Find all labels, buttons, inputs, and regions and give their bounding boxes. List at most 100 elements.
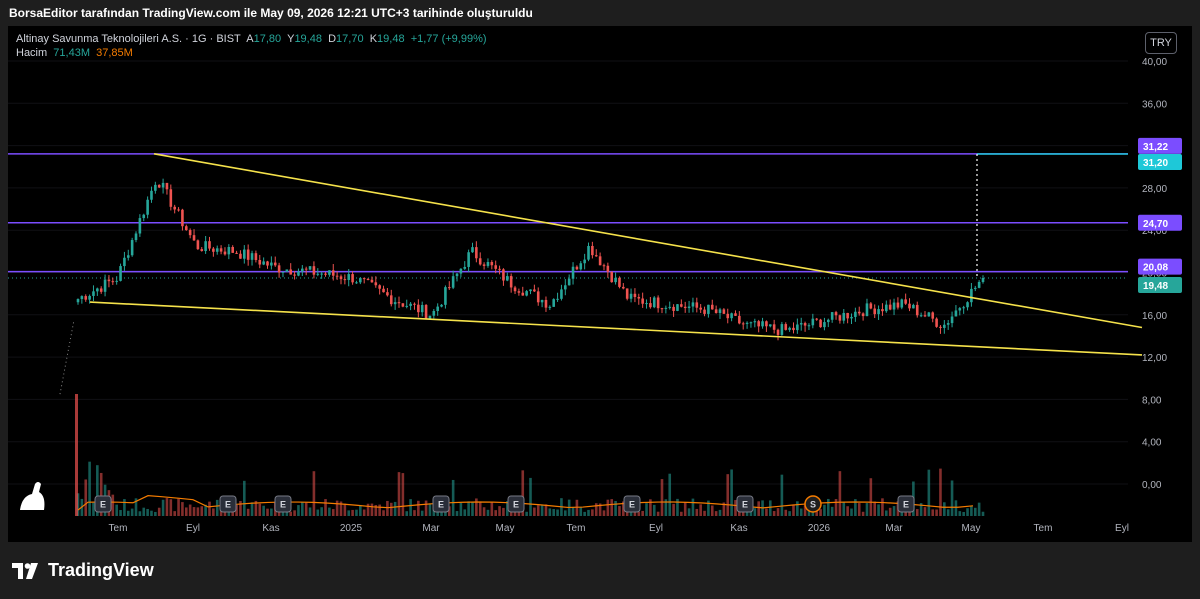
candle-body <box>382 288 385 293</box>
candle-body <box>664 307 668 309</box>
volume-bar <box>502 507 505 516</box>
candle-body <box>954 310 958 317</box>
volume-bar <box>548 508 552 516</box>
volume-bar <box>428 503 432 516</box>
volume-bar <box>834 499 838 516</box>
volume-bar <box>950 480 954 516</box>
candle-body <box>877 309 880 315</box>
volume-bar <box>699 504 702 516</box>
volume-bar <box>146 508 149 516</box>
volume-bar <box>88 461 91 516</box>
candle-body <box>533 289 536 292</box>
volume-bar <box>877 504 880 516</box>
currency-button[interactable]: TRY <box>1145 32 1177 54</box>
candle-body <box>107 279 111 282</box>
candle-body <box>927 312 931 317</box>
volume-bar <box>931 509 935 516</box>
volume-bar <box>753 508 757 516</box>
candle-body <box>362 278 366 280</box>
candle-body <box>304 268 308 270</box>
candle-body <box>505 276 509 281</box>
candle-body <box>687 306 691 309</box>
candle-body <box>548 306 552 308</box>
candle-body <box>912 304 915 309</box>
volume-bar <box>846 506 849 516</box>
chart-legend: Altinay Savunma Teknolojileri A.S. · 1G … <box>16 32 487 60</box>
volume-bar <box>177 498 180 516</box>
candle-body <box>819 319 822 328</box>
legend-line-2: Hacim 71,43M 37,85M <box>16 46 487 60</box>
volume-bar <box>943 502 946 516</box>
candle-body <box>84 296 88 300</box>
candle-body <box>111 281 115 283</box>
volume-bar <box>312 471 316 516</box>
candle-body <box>977 281 981 288</box>
volume-bar <box>652 504 656 516</box>
candle-body <box>540 299 544 303</box>
candle-body <box>741 323 745 325</box>
volume-bar <box>865 503 869 516</box>
candle-body <box>277 265 281 273</box>
volume-bar <box>687 508 691 516</box>
candle-body <box>405 305 409 307</box>
volume-bar <box>939 468 942 516</box>
candle-body <box>467 252 470 267</box>
price-chart[interactable]: EEEEEEESE 40,0036,0032,0028,0024,0020,00… <box>8 26 1192 542</box>
candle-body <box>212 248 215 252</box>
volume-bar <box>297 505 300 516</box>
volume-bar <box>355 509 358 516</box>
price-tick-label: 12,00 <box>1142 353 1167 364</box>
candle-body <box>618 277 621 287</box>
volume-bar <box>378 504 381 516</box>
candle-body <box>246 249 250 260</box>
candle-body <box>738 315 741 324</box>
candle-body <box>854 311 857 317</box>
close-label: K <box>369 33 378 45</box>
candle-body <box>208 241 211 249</box>
candle-body <box>320 273 323 275</box>
candle-body <box>80 296 84 300</box>
volume-bar <box>587 509 590 516</box>
candle-body <box>289 269 293 275</box>
candle-body <box>784 324 788 330</box>
price-tick-label: 0,00 <box>1142 480 1162 491</box>
candle-body <box>154 184 157 191</box>
price-label-level1: 31,22 <box>1143 142 1168 153</box>
candle-body <box>583 259 586 264</box>
candle-body <box>351 274 354 283</box>
mascot-icon <box>20 482 45 510</box>
tradingview-logo[interactable]: TradingView <box>12 560 154 581</box>
candle-body <box>966 302 969 308</box>
volume-bar <box>564 510 567 516</box>
candle-body <box>641 298 644 304</box>
candle-body <box>339 276 343 280</box>
candle-body <box>494 265 497 269</box>
candle-body <box>660 308 664 310</box>
close-value: 19,48 <box>377 33 405 45</box>
volume-bar <box>645 503 648 516</box>
candle-body <box>823 322 826 328</box>
volume-bar <box>351 509 354 516</box>
candle-body <box>649 303 652 308</box>
candle-body <box>672 306 675 311</box>
volume-bar <box>695 508 699 516</box>
earnings-event-label: E <box>100 500 106 510</box>
candle-body <box>347 274 351 280</box>
candle-body <box>270 262 273 266</box>
candle-body <box>610 271 614 283</box>
chart-panel[interactable]: EEEEEEESE 40,0036,0032,0028,0024,0020,00… <box>8 26 1192 542</box>
volume-bar <box>92 502 95 516</box>
candle-body <box>552 299 556 307</box>
candle-body <box>888 304 892 310</box>
volume-bar <box>142 507 146 516</box>
candle-body <box>335 275 339 277</box>
volume-bar <box>123 499 126 516</box>
candle-body <box>355 282 358 284</box>
volume-bar <box>250 502 254 516</box>
volume-bar <box>529 477 532 516</box>
volume-bar <box>417 500 420 516</box>
candle-body <box>873 308 877 315</box>
volume-bar <box>490 502 494 516</box>
candle-body <box>285 269 289 272</box>
candle-body <box>99 288 103 292</box>
